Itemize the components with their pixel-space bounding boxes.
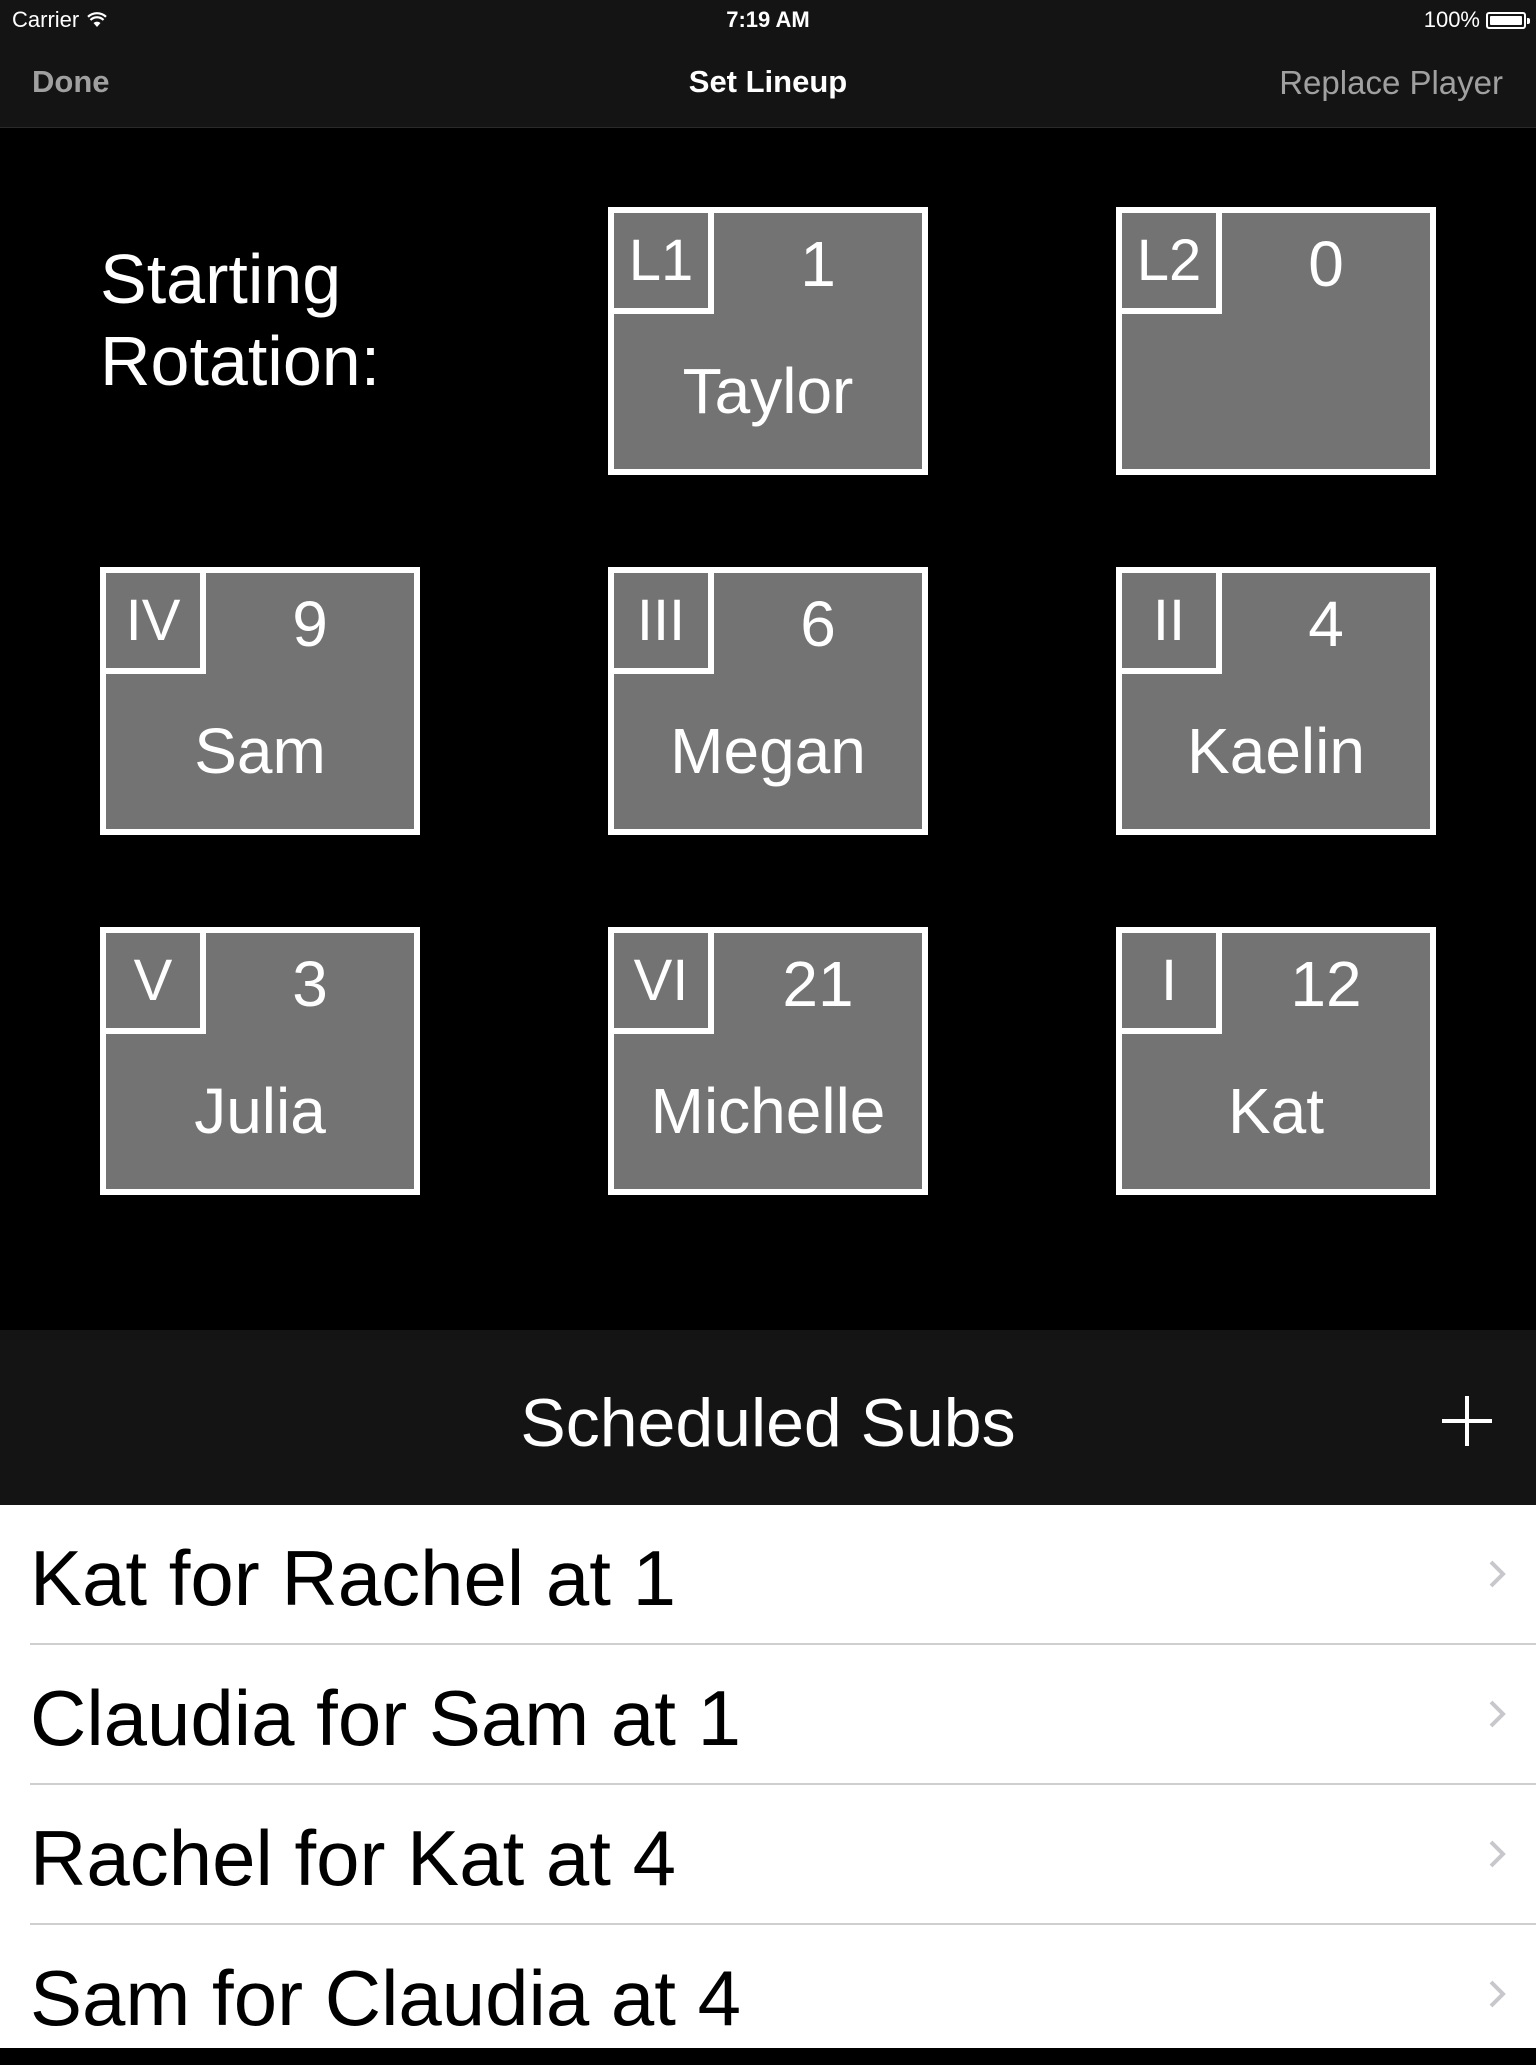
status-bar: Carrier 7:19 AM 100% [0, 0, 1536, 40]
tile-player-name: Kat [1227, 1075, 1325, 1147]
tile-player-name: Sam [194, 715, 326, 787]
sub-label: Rachel for Kat at 4 [30, 1814, 677, 1902]
add-sub-button[interactable] [1442, 1396, 1492, 1446]
player-tile-l2[interactable]: L2 0 [1116, 207, 1436, 475]
tile-position: III [614, 573, 714, 674]
player-tile-i[interactable]: I 12 Kat [1116, 927, 1436, 1195]
player-tile-vi[interactable]: VI 21 Michelle [608, 927, 928, 1195]
sub-label: Kat for Rachel at 1 [30, 1534, 677, 1622]
sub-label: Claudia for Sam at 1 [30, 1674, 742, 1762]
done-button[interactable]: Done [32, 64, 110, 100]
tile-position: V [106, 933, 206, 1034]
tile-player-name: Julia [194, 1075, 326, 1147]
tile-jersey-number: 6 [800, 587, 836, 660]
tile-jersey-number: 0 [1308, 227, 1344, 300]
tile-position: L2 [1122, 213, 1222, 314]
player-tile-v[interactable]: V 3 Julia [100, 927, 420, 1195]
tile-jersey-number: 4 [1308, 587, 1344, 660]
battery-icon [1486, 11, 1530, 29]
tile-jersey-number: 3 [292, 947, 328, 1020]
sub-list-item[interactable]: Claudia for Sam at 1 [0, 1645, 1536, 1785]
clock: 7:19 AM [726, 7, 810, 32]
chevron-right-icon [1489, 1980, 1506, 2008]
tile-jersey-number: 21 [782, 947, 854, 1020]
tile-player-name: Michelle [650, 1075, 886, 1147]
carrier-indicator: Carrier [12, 7, 107, 33]
chevron-right-icon [1489, 1840, 1506, 1868]
sub-list-item[interactable]: Kat for Rachel at 1 [0, 1505, 1536, 1645]
tile-player-name [1122, 341, 1430, 441]
tile-jersey-number: 12 [1290, 947, 1362, 1020]
player-tile-iii[interactable]: III 6 Megan [608, 567, 928, 835]
tile-player-name: Kaelin [1187, 715, 1365, 787]
sub-list-item[interactable]: Rachel for Kat at 4 [0, 1785, 1536, 1925]
scheduled-subs-title: Scheduled Subs [520, 1385, 1016, 1461]
tile-position: II [1122, 573, 1222, 674]
tile-player-name: Megan [670, 715, 866, 787]
tile-jersey-number: 1 [800, 227, 836, 300]
navigation-bar: Done Set Lineup Replace Player [0, 40, 1536, 128]
starting-rotation-line1: Starting [100, 240, 342, 318]
sub-label: Sam for Claudia at 4 [30, 1954, 742, 2042]
scheduled-subs-header: Scheduled Subs [0, 1330, 1536, 1505]
player-tile-iv[interactable]: IV 9 Sam [100, 567, 420, 835]
battery-indicator: 100% [1423, 7, 1530, 33]
starting-rotation-line2: Rotation: [100, 322, 381, 400]
scheduled-subs-list: Kat for Rachel at 1 Claudia for Sam at 1… [0, 1505, 1536, 2048]
battery-percent: 100% [1423, 7, 1480, 32]
sub-list-item[interactable]: Sam for Claudia at 4 [0, 1925, 1536, 2065]
player-tile-ii[interactable]: II 4 Kaelin [1116, 567, 1436, 835]
tile-position: IV [106, 573, 206, 674]
replace-player-button[interactable]: Replace Player [1279, 64, 1503, 102]
starting-rotation-label: Starting Rotation: [100, 238, 380, 402]
tile-position: L1 [614, 213, 714, 314]
chevron-right-icon [1489, 1560, 1506, 1588]
player-tile-l1[interactable]: L1 1 Taylor [608, 207, 928, 475]
carrier-label: Carrier [12, 7, 80, 32]
wifi-icon [87, 12, 107, 27]
tile-player-name: Taylor [682, 355, 854, 427]
tile-position: I [1122, 933, 1222, 1034]
tile-jersey-number: 9 [292, 587, 328, 660]
chevron-right-icon [1489, 1700, 1506, 1728]
tile-position: VI [614, 933, 714, 1034]
